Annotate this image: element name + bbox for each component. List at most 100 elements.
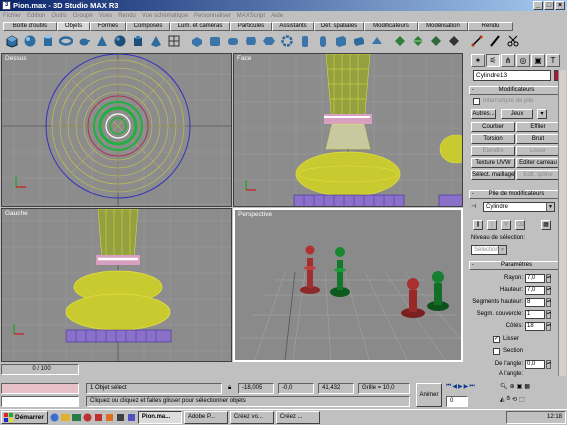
taskbar-item-create-2[interactable]: Créez ... bbox=[275, 411, 320, 424]
display-tab-icon[interactable]: ▣ bbox=[531, 54, 545, 67]
mesh-select-button[interactable]: Sélect. maillage bbox=[471, 170, 515, 180]
quick-launch-app3-icon[interactable] bbox=[105, 413, 114, 422]
stretch-button[interactable]: Étendre bbox=[471, 146, 515, 156]
cap-segments-input[interactable]: 1 bbox=[525, 310, 545, 319]
menu-schematic[interactable]: Vue schématique bbox=[142, 11, 188, 21]
l-ext-icon[interactable] bbox=[332, 33, 349, 50]
menu-customize[interactable]: Personnaliser bbox=[194, 11, 231, 21]
taskbar-item-create-1[interactable]: Créez vo... bbox=[229, 411, 274, 424]
capsule-icon[interactable] bbox=[314, 33, 331, 50]
minimize-button[interactable]: _ bbox=[533, 1, 543, 10]
height-input[interactable]: 7,0 bbox=[525, 286, 545, 295]
twist-button[interactable]: Torsion bbox=[471, 134, 515, 144]
clock[interactable]: 12:18 bbox=[547, 414, 562, 420]
viewport-top[interactable]: Dessus bbox=[1, 53, 232, 207]
sphere-icon[interactable] bbox=[21, 33, 38, 50]
menu-render[interactable]: Rendu bbox=[118, 11, 136, 21]
pyramid-icon[interactable] bbox=[147, 33, 164, 50]
geosphere-icon[interactable] bbox=[111, 33, 128, 50]
tube-icon[interactable] bbox=[129, 33, 146, 50]
taskbar-item-3dsmax[interactable]: Pion.ma... bbox=[137, 411, 182, 424]
modifiers-rollout-header[interactable]: - Modificateurs bbox=[469, 86, 564, 95]
go-to-start-icon[interactable]: ⏮ bbox=[446, 383, 451, 390]
height-spinner[interactable]: ▴▾ bbox=[546, 286, 551, 295]
fov-icon[interactable]: ◭ bbox=[500, 396, 505, 403]
maxscript-input[interactable] bbox=[1, 396, 79, 407]
show-end-result-icon[interactable]: | bbox=[487, 220, 497, 230]
sets-button[interactable]: Jeux bbox=[501, 109, 533, 119]
quick-launch-app-icon[interactable] bbox=[83, 413, 92, 422]
tab-space-warps[interactable]: Déf. spatiales bbox=[314, 22, 364, 31]
oiltank-icon[interactable] bbox=[224, 33, 241, 50]
chamfer-cyl-icon[interactable] bbox=[296, 33, 313, 50]
viewport-label[interactable]: Gauche bbox=[5, 210, 28, 217]
hierarchy-tab-icon[interactable]: ⋔ bbox=[501, 54, 515, 67]
bend-button[interactable]: Courber bbox=[471, 122, 515, 132]
teapot-icon[interactable] bbox=[75, 33, 92, 50]
taskbar-item-adobe[interactable]: Adobe P... bbox=[183, 411, 228, 424]
edit-patch-button[interactable]: Editer carreau bbox=[516, 158, 560, 168]
show-end-result-checkbox[interactable] bbox=[473, 98, 480, 105]
time-slider[interactable]: 0 / 100 bbox=[1, 364, 79, 375]
radius-input[interactable]: 7,0 bbox=[525, 274, 545, 283]
create-tab-icon[interactable]: ✶ bbox=[471, 54, 485, 67]
close-button[interactable]: × bbox=[555, 1, 565, 10]
frame-field[interactable]: 0 bbox=[446, 396, 468, 407]
viewport-label[interactable]: Dessus bbox=[5, 55, 27, 62]
arc-rotate-icon[interactable]: ⟲ bbox=[512, 396, 517, 403]
slice-on-checkbox[interactable] bbox=[493, 348, 500, 355]
menu-help[interactable]: Aide bbox=[271, 11, 283, 21]
viewport-left[interactable]: Gauche bbox=[1, 208, 232, 362]
plane-icon[interactable] bbox=[165, 33, 182, 50]
hedra-icon[interactable] bbox=[188, 33, 205, 50]
go-to-end-icon[interactable]: ⏭ bbox=[469, 383, 474, 390]
torus-icon[interactable] bbox=[57, 33, 74, 50]
spindle-icon[interactable] bbox=[242, 33, 259, 50]
menu-maxscript[interactable]: MAXScript bbox=[237, 11, 265, 21]
tab-objects[interactable]: Objets bbox=[57, 22, 90, 31]
quick-launch-app5-icon[interactable] bbox=[127, 413, 136, 422]
viewport-perspective[interactable]: Perspective bbox=[233, 208, 463, 362]
pen-icon[interactable] bbox=[486, 33, 503, 50]
maximize-viewport-icon[interactable]: ⬚ bbox=[519, 396, 525, 403]
prism-icon[interactable] bbox=[368, 33, 385, 50]
viewport-label[interactable]: Perspective bbox=[238, 211, 272, 218]
others-button[interactable]: Autres... bbox=[471, 109, 496, 119]
make-unique-icon[interactable]: ∀ bbox=[501, 220, 511, 230]
remove-modifier-icon[interactable]: ⌫ bbox=[515, 220, 525, 230]
utilities-tab-icon[interactable]: T bbox=[546, 54, 560, 67]
cylinder-icon[interactable] bbox=[39, 33, 56, 50]
play-icon[interactable]: ▶ bbox=[458, 383, 463, 390]
lock-icon[interactable]: 🔒︎ bbox=[228, 385, 231, 392]
tab-modifiers[interactable]: Modificateurs bbox=[364, 22, 418, 31]
sides-input[interactable]: 18 bbox=[525, 322, 545, 331]
pin-stack-icon[interactable]: ⊣ bbox=[471, 203, 476, 210]
height-segments-input[interactable]: 8 bbox=[525, 298, 545, 307]
menu-views[interactable]: Vues bbox=[99, 11, 112, 21]
pan-icon[interactable]: ✋︎ bbox=[507, 396, 510, 403]
stack-rollout-header[interactable]: - Pile de modificateurs bbox=[469, 190, 564, 199]
edit-spline-button[interactable]: Edit. spline bbox=[516, 170, 560, 180]
animate-button[interactable]: Animer bbox=[416, 383, 442, 407]
quick-launch-app4-icon[interactable] bbox=[116, 413, 125, 422]
cone-icon[interactable] bbox=[93, 33, 110, 50]
tab-shapes[interactable]: Formes bbox=[90, 22, 126, 31]
radius-spinner[interactable]: ▴▾ bbox=[546, 274, 551, 283]
app-icon[interactable]: 3 bbox=[2, 1, 11, 10]
uvw-map-button[interactable]: Texture UVW bbox=[471, 158, 515, 168]
nurbs-icon[interactable] bbox=[445, 33, 462, 50]
cap-segments-spinner[interactable]: ▴▾ bbox=[546, 310, 551, 319]
tab-toolbox[interactable]: Boîte d'outils bbox=[3, 22, 57, 31]
menu-file[interactable]: Fichier bbox=[3, 11, 21, 21]
height-segments-spinner[interactable]: ▴▾ bbox=[546, 298, 551, 307]
tab-helpers[interactable]: Assistants bbox=[272, 22, 314, 31]
tab-particles[interactable]: Particules bbox=[230, 22, 272, 31]
smooth-checkbox[interactable]: ✓ bbox=[493, 336, 500, 343]
smooth-button[interactable]: Lisser bbox=[516, 146, 560, 156]
quick-launch-app2-icon[interactable] bbox=[94, 413, 103, 422]
object-name-field[interactable]: Cylindre13 bbox=[473, 70, 551, 81]
maximize-button[interactable]: □ bbox=[544, 1, 554, 10]
viewport-label[interactable]: Face bbox=[237, 55, 251, 62]
bone-icon[interactable] bbox=[468, 33, 485, 50]
c-ext-icon[interactable] bbox=[350, 33, 367, 50]
